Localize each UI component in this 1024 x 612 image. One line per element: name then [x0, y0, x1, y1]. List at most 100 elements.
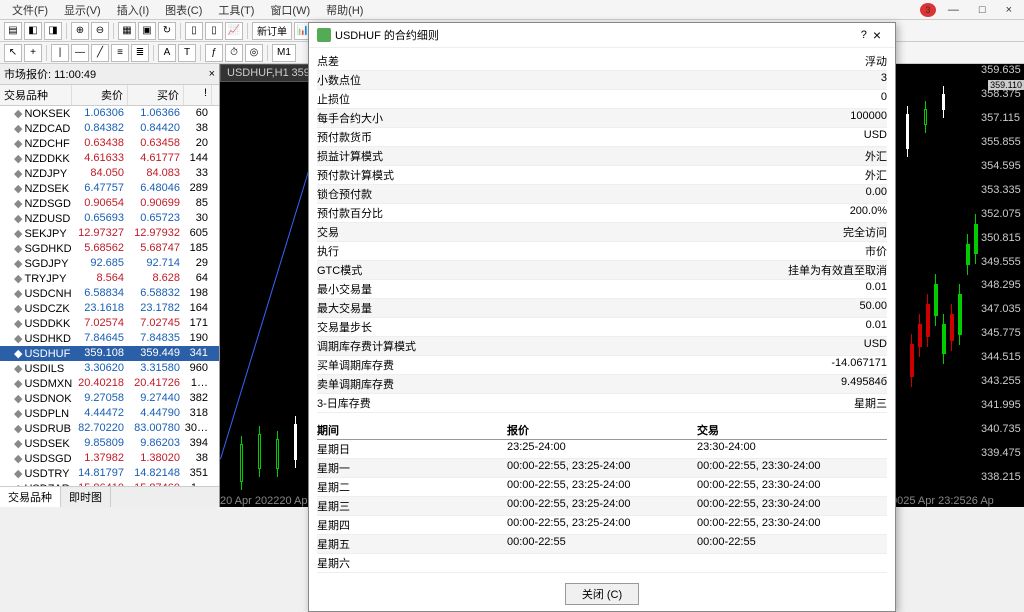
menu-insert[interactable]: 插入(I) [109, 2, 157, 18]
dialog-titlebar[interactable]: USDHUF 的合约细则 ? × [309, 23, 895, 48]
spec-row: 调期库存费计算模式USD [317, 337, 887, 356]
toolbar-btn[interactable]: ◨ [44, 22, 62, 40]
quote-row[interactable]: ◆USDNOK9.270589.27440382 [0, 391, 219, 406]
cursor-icon[interactable]: ↖ [4, 44, 22, 62]
tab-symbols[interactable]: 交易品种 [0, 487, 61, 507]
toolbar-btn[interactable]: ▤ [4, 22, 22, 40]
market-watch-tabs: 交易品种 即时图 [0, 486, 219, 507]
text-label-icon[interactable]: T [178, 44, 196, 62]
spec-row: 每手合约大小100000 [317, 109, 887, 128]
menu-window[interactable]: 窗口(W) [262, 2, 318, 18]
new-order-btn[interactable]: 新订单 [252, 22, 292, 40]
toolbar-btn[interactable]: ⊕ [71, 22, 89, 40]
col-spread[interactable]: ! [184, 85, 212, 105]
channel-icon[interactable]: ≡ [111, 44, 129, 62]
sched-col-trade: 交易 [697, 422, 887, 438]
quote-row[interactable]: ◆NZDDKK4.616334.61777144 [0, 151, 219, 166]
panel-close-icon[interactable]: × [209, 68, 215, 80]
spec-row: GTC模式挂单为有效直至取消 [317, 261, 887, 280]
period-icon[interactable]: ⏱ [225, 44, 243, 62]
menubar: 文件(F) 显示(V) 插入(I) 图表(C) 工具(T) 窗口(W) 帮助(H… [0, 0, 1024, 20]
quote-row[interactable]: ◆NZDJPY84.05084.08333 [0, 166, 219, 181]
quote-row[interactable]: ◆USDDKK7.025747.02745171 [0, 316, 219, 331]
spec-row: 交易完全访问 [317, 223, 887, 242]
schedule-row: 星期二00:00-22:55, 23:25-24:0000:00-22:55, … [317, 478, 887, 497]
hline-icon[interactable]: — [71, 44, 89, 62]
quote-row[interactable]: ◆NZDCHF0.634380.6345820 [0, 136, 219, 151]
quote-row[interactable]: ◆NZDSGD0.906540.9069985 [0, 196, 219, 211]
spec-row: 最小交易量0.01 [317, 280, 887, 299]
menu-view[interactable]: 显示(V) [56, 2, 109, 18]
quote-row[interactable]: ◆USDRUB82.7022083.0078030… [0, 421, 219, 436]
m1-btn[interactable]: M1 [272, 44, 296, 62]
menu-chart[interactable]: 图表(C) [157, 2, 210, 18]
quote-row[interactable]: ◆USDCNH6.588346.58832198 [0, 286, 219, 301]
spec-row: 点差浮动 [317, 52, 887, 71]
toolbar-btn[interactable]: ▣ [138, 22, 156, 40]
maximize-icon[interactable]: □ [971, 4, 994, 16]
toolbar-btn[interactable]: ▦ [118, 22, 136, 40]
spec-row: 预付款计算模式外汇 [317, 166, 887, 185]
quote-row[interactable]: ◆TRYJPY8.5648.62864 [0, 271, 219, 286]
spec-table: 点差浮动小数点位3止损位0每手合约大小100000预付款货币USD损益计算模式外… [309, 48, 895, 417]
vline-icon[interactable]: | [51, 44, 69, 62]
quote-row[interactable]: ◆SGDJPY92.68592.71429 [0, 256, 219, 271]
toolbar-btn[interactable]: ↻ [158, 22, 176, 40]
spec-row: 预付款百分比200.0% [317, 204, 887, 223]
chart-yaxis: 359.635358.375357.115355.855354.595353.3… [979, 64, 1024, 495]
col-symbol[interactable]: 交易品种 [0, 85, 72, 105]
toolbar-btn[interactable]: 📈 [225, 22, 243, 40]
spec-row: 3-日库存费星期三 [317, 394, 887, 413]
template-icon[interactable]: ◎ [245, 44, 263, 62]
minimize-icon[interactable]: — [940, 4, 967, 16]
quote-row[interactable]: ◆USDTRY14.8179714.82148351 [0, 466, 219, 481]
toolbar-btn[interactable]: ◧ [24, 22, 42, 40]
notification-badge[interactable]: 3 [920, 3, 936, 17]
quote-row[interactable]: ◆USDSGD1.379821.3802038 [0, 451, 219, 466]
market-watch-time: 11:00:49 [54, 69, 96, 81]
spec-row: 损益计算模式外汇 [317, 147, 887, 166]
close-button[interactable]: 关闭 (C) [565, 583, 639, 605]
schedule-row: 星期五00:00-22:5500:00-22:55 [317, 535, 887, 554]
toolbar-btn[interactable]: ▯ [205, 22, 223, 40]
crosshair-icon[interactable]: + [24, 44, 42, 62]
quote-row[interactable]: ◆USDMXN20.4021820.417261… [0, 376, 219, 391]
menu-help[interactable]: 帮助(H) [318, 2, 371, 18]
quotes-list[interactable]: ◆NOKSEK1.063061.0636660◆NZDCAD0.843820.8… [0, 106, 219, 486]
tab-tick-chart[interactable]: 即时图 [61, 487, 111, 507]
dialog-close-icon[interactable]: × [867, 27, 887, 43]
quote-row[interactable]: ◆NZDCAD0.843820.8442038 [0, 121, 219, 136]
col-ask[interactable]: 买价 [128, 85, 184, 105]
indicator-icon[interactable]: ƒ [205, 44, 223, 62]
quote-row[interactable]: ◆NZDSEK6.477576.48046289 [0, 181, 219, 196]
dialog-title: USDHUF 的合约细则 [335, 27, 861, 43]
trendline-icon[interactable]: ╱ [91, 44, 109, 62]
quote-columns: 交易品种 卖价 买价 ! [0, 85, 219, 106]
toolbar-btn[interactable]: ⊖ [91, 22, 109, 40]
quote-row[interactable]: ◆SGDHKD5.685625.68747185 [0, 241, 219, 256]
quote-row[interactable]: ◆USDHKD7.846457.84835190 [0, 331, 219, 346]
schedule-table: 期间 报价 交易 星期日23:25-24:0023:30-24:00星期一00:… [309, 417, 895, 577]
close-icon[interactable]: × [998, 4, 1020, 16]
quote-row[interactable]: ◆SEKJPY12.9732712.97932605 [0, 226, 219, 241]
contract-spec-dialog: USDHUF 的合约细则 ? × 点差浮动小数点位3止损位0每手合约大小1000… [308, 22, 896, 612]
toolbar-btn[interactable]: ▯ [185, 22, 203, 40]
schedule-row: 星期四00:00-22:55, 23:25-24:0000:00-22:55, … [317, 516, 887, 535]
menu-tools[interactable]: 工具(T) [210, 2, 262, 18]
quote-row[interactable]: ◆USDCZK23.161823.1782164 [0, 301, 219, 316]
quote-row[interactable]: ◆USDHUF359.108359.449341 [0, 346, 219, 361]
col-bid[interactable]: 卖价 [72, 85, 128, 105]
quote-row[interactable]: ◆USDSEK9.858099.86203394 [0, 436, 219, 451]
price-tag: 359.110 [988, 80, 1024, 90]
spec-row: 锁仓预付款0.00 [317, 185, 887, 204]
text-icon[interactable]: A [158, 44, 176, 62]
quote-row[interactable]: ◆NOKSEK1.063061.0636660 [0, 106, 219, 121]
menu-file[interactable]: 文件(F) [4, 2, 56, 18]
quote-row[interactable]: ◆USDILS3.306203.31580960 [0, 361, 219, 376]
quote-row[interactable]: ◆NZDUSD0.656930.6572330 [0, 211, 219, 226]
quote-row[interactable]: ◆USDPLN4.444724.44790318 [0, 406, 219, 421]
fibo-icon[interactable]: ≣ [131, 44, 149, 62]
schedule-row: 星期一00:00-22:55, 23:25-24:0000:00-22:55, … [317, 459, 887, 478]
schedule-row: 星期日23:25-24:0023:30-24:00 [317, 440, 887, 459]
spec-row: 买单调期库存费-14.067171 [317, 356, 887, 375]
